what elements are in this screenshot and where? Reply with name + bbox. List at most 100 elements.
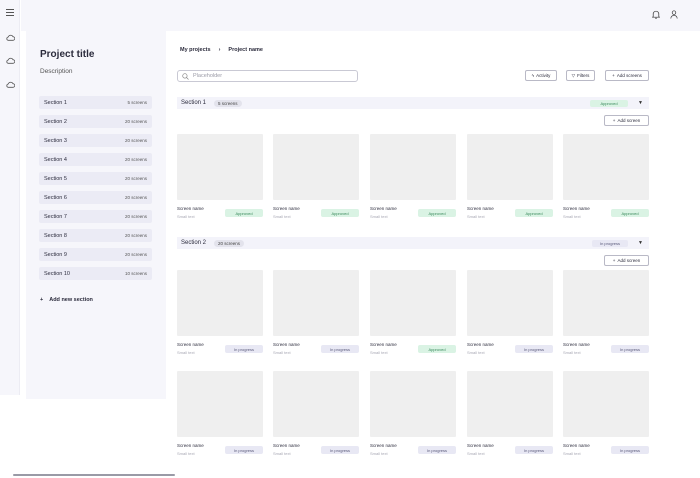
search-placeholder: Placeholder: [193, 73, 223, 79]
screen-card[interactable]: Screen name Small text In progress: [563, 371, 649, 456]
sidebar-section-item[interactable]: Section 6 20 screens: [39, 191, 152, 204]
screen-thumbnail[interactable]: [563, 270, 649, 336]
section-status-badge: Approved: [590, 99, 628, 107]
status-badge: In progress: [225, 345, 263, 353]
horizontal-scrollbar[interactable]: [13, 474, 175, 476]
activity-button[interactable]: ϟ Activity: [525, 70, 557, 81]
screen-card[interactable]: Screen name Small text In progress: [177, 270, 263, 355]
screen-small-text: Small text: [177, 451, 195, 456]
section-label: Section 9: [44, 251, 67, 258]
screen-thumbnail[interactable]: [370, 270, 456, 336]
screen-thumbnail[interactable]: [273, 270, 359, 336]
sidebar-section-item[interactable]: Section 2 20 screens: [39, 115, 152, 128]
screen-name: Screen name: [177, 206, 204, 211]
screen-small-text: Small text: [273, 350, 291, 355]
menu-icon[interactable]: [4, 6, 16, 18]
add-screen-label: Add screen: [617, 258, 641, 263]
screen-card[interactable]: Screen name Small text In progress: [467, 270, 553, 355]
section-header[interactable]: Section 1 5 screens Approved ▼: [177, 97, 649, 109]
screen-name: Screen name: [273, 342, 300, 347]
left-rail: [0, 0, 20, 395]
screen-thumbnail[interactable]: [273, 134, 359, 200]
search-icon: [182, 72, 189, 80]
sidebar-section-item[interactable]: Section 8 20 screens: [39, 229, 152, 242]
screen-card[interactable]: Screen name Small text Approved: [370, 270, 456, 355]
sidebar-section-item[interactable]: Section 1 5 screens: [39, 96, 152, 109]
add-screen-button[interactable]: + Add screen: [604, 255, 649, 266]
screen-card[interactable]: Screen name Small text In progress: [370, 371, 456, 456]
add-screen-button[interactable]: + Add screen: [604, 115, 649, 126]
screen-thumbnail[interactable]: [563, 134, 649, 200]
section-label: Section 10: [44, 270, 70, 277]
screen-small-text: Small text: [563, 451, 581, 456]
screen-thumbnail[interactable]: [177, 134, 263, 200]
section-count: 20 screens: [124, 119, 147, 124]
cloud-sync-icon[interactable]: [4, 31, 16, 43]
screen-card[interactable]: Screen name Small text In progress: [273, 371, 359, 456]
screen-card[interactable]: Screen name Small text In progress: [467, 371, 553, 456]
section-count: 20 screens: [124, 233, 147, 238]
screen-thumbnail[interactable]: [370, 134, 456, 200]
screen-card[interactable]: Screen name Small text In progress: [273, 270, 359, 355]
screen-thumbnail[interactable]: [370, 371, 456, 437]
project-panel: Project title Description Section 1 5 scr…: [26, 31, 166, 399]
status-badge: In progress: [418, 446, 456, 454]
sidebar-section-item[interactable]: Section 9 20 screens: [39, 248, 152, 261]
screen-small-text: Small text: [467, 451, 485, 456]
section-count: 20 screens: [124, 157, 147, 162]
add-section-button[interactable]: + Add new section: [40, 297, 93, 303]
cloud-sync-icon[interactable]: [4, 78, 16, 90]
sidebar-section-item[interactable]: Section 5 20 screens: [39, 172, 152, 185]
screen-small-text: Small text: [273, 451, 291, 456]
screen-small-text: Small text: [273, 214, 291, 219]
breadcrumb-root[interactable]: My projects: [180, 47, 211, 53]
activity-icon: ϟ: [531, 73, 535, 78]
screen-card[interactable]: Screen name Small text Approved: [177, 134, 263, 219]
screen-thumbnail[interactable]: [273, 371, 359, 437]
screen-name: Screen name: [467, 443, 494, 448]
screen-small-text: Small text: [467, 214, 485, 219]
screen-small-text: Small text: [177, 350, 195, 355]
screen-card[interactable]: Screen name Small text Approved: [273, 134, 359, 219]
breadcrumb-separator: ›: [218, 47, 221, 53]
section-header-label: Section 2: [181, 240, 207, 246]
screen-name: Screen name: [177, 342, 204, 347]
chevron-down-icon[interactable]: ▼: [638, 240, 643, 246]
user-icon[interactable]: [667, 7, 681, 21]
screen-thumbnail[interactable]: [467, 270, 553, 336]
section-header-label: Section 1: [181, 100, 207, 106]
status-badge: In progress: [611, 345, 649, 353]
section-count: 20 screens: [124, 252, 147, 257]
screen-card[interactable]: Screen name Small text In progress: [563, 270, 649, 355]
screen-small-text: Small text: [370, 350, 388, 355]
screen-thumbnail[interactable]: [467, 371, 553, 437]
status-badge: In progress: [321, 446, 359, 454]
sidebar-section-item[interactable]: Section 10 10 screens: [39, 267, 152, 280]
sidebar-section-item[interactable]: Section 3 20 screens: [39, 134, 152, 147]
search-input[interactable]: Placeholder: [177, 70, 358, 82]
screen-thumbnail[interactable]: [177, 270, 263, 336]
section-header[interactable]: Section 2 20 screens In progress ▼: [177, 237, 649, 249]
screen-small-text: Small text: [563, 350, 581, 355]
screen-card[interactable]: Screen name Small text Approved: [467, 134, 553, 219]
screen-card[interactable]: Screen name Small text In progress: [177, 371, 263, 456]
plus-icon: +: [612, 118, 616, 123]
add-section-label: Add new section: [49, 297, 93, 303]
section-count: 20 screens: [124, 214, 147, 219]
filters-button[interactable]: ▽ Filters: [566, 70, 595, 81]
section-count: 10 screens: [124, 271, 147, 276]
cloud-sync-icon[interactable]: [4, 54, 16, 66]
screen-thumbnail[interactable]: [177, 371, 263, 437]
screen-card[interactable]: Screen name Small text Approved: [563, 134, 649, 219]
sidebar-section-item[interactable]: Section 7 20 screens: [39, 210, 152, 223]
sidebar-section-item[interactable]: Section 4 20 screens: [39, 153, 152, 166]
chevron-down-icon[interactable]: ▼: [638, 100, 643, 106]
screen-thumbnail[interactable]: [467, 134, 553, 200]
screen-card[interactable]: Screen name Small text Approved: [370, 134, 456, 219]
bell-icon[interactable]: [649, 7, 663, 21]
screen-thumbnail[interactable]: [563, 371, 649, 437]
add-screens-button[interactable]: + Add screens: [605, 70, 649, 81]
screen-name: Screen name: [370, 443, 397, 448]
screen-name: Screen name: [467, 342, 494, 347]
filters-label: Filters: [577, 73, 590, 78]
